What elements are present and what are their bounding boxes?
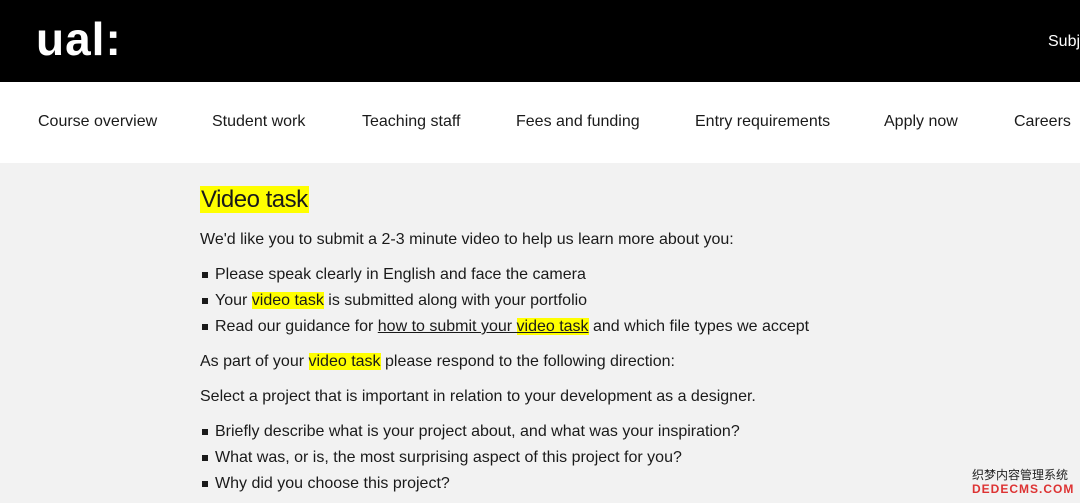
list-item: Why did you choose this project? <box>200 471 900 497</box>
nav-student-work[interactable]: Student work <box>212 113 305 131</box>
intro-text: We'd like you to submit a 2-3 minute vid… <box>200 231 734 248</box>
video-task-highlight: video task <box>308 353 381 370</box>
watermark-line-1: 织梦内容管理系统 <box>972 468 1069 482</box>
nav-apply-now[interactable]: Apply now <box>884 113 958 131</box>
submit-guidance-link[interactable]: how to submit your video task <box>378 318 589 335</box>
list-item-text: Read our guidance for <box>215 318 378 335</box>
nav-course-overview[interactable]: Course overview <box>38 113 157 131</box>
link-text[interactable]: how to submit your <box>378 318 517 335</box>
video-task-highlight: video task <box>251 292 324 309</box>
nav-careers[interactable]: Careers <box>1014 113 1071 131</box>
watermark: 织梦内容管理系统 DEDECMS.COM <box>972 468 1075 496</box>
questions-list: Briefly describe what is your project ab… <box>200 419 900 497</box>
list-item-text: is submitted along with your portfolio <box>323 292 588 309</box>
requirements-list: Please speak clearly in English and face… <box>200 262 900 340</box>
title-highlight: Video task <box>200 186 309 213</box>
page-title: Video task <box>200 180 900 220</box>
list-item: What was, or is, the most surprising asp… <box>200 445 900 471</box>
select-project-text: Select a project that is important in re… <box>200 388 756 405</box>
subjects-link[interactable]: Subj <box>1048 33 1080 51</box>
video-task-section: Video task We'd like you to submit a 2-3… <box>200 180 900 497</box>
nav-fees-and-funding[interactable]: Fees and funding <box>516 113 640 131</box>
list-item: Briefly describe what is your project ab… <box>200 419 900 445</box>
list-item: Please speak clearly in English and face… <box>200 262 900 288</box>
paragraph-text: As part of your <box>200 353 309 370</box>
list-item-text: Please speak clearly in English and face… <box>215 266 586 283</box>
paragraph-text: please respond to the following directio… <box>380 353 675 370</box>
list-item: Your video task is submitted along with … <box>200 288 900 314</box>
list-item-text: and which file types we accept <box>588 318 810 335</box>
list-item: Read our guidance for how to submit your… <box>200 314 900 340</box>
course-nav: Course overview Student work Teaching st… <box>0 82 1080 163</box>
list-item-text: Your <box>215 292 252 309</box>
top-header-bar: ual: Subj <box>0 0 1080 82</box>
nav-teaching-staff[interactable]: Teaching staff <box>362 113 460 131</box>
video-task-highlight[interactable]: video task <box>516 318 589 335</box>
direction-text: As part of your video task please respon… <box>200 352 900 372</box>
nav-entry-requirements[interactable]: Entry requirements <box>695 113 830 131</box>
watermark-line-2: DEDECMS.COM <box>972 482 1075 496</box>
ual-logo[interactable]: ual: <box>36 12 122 66</box>
